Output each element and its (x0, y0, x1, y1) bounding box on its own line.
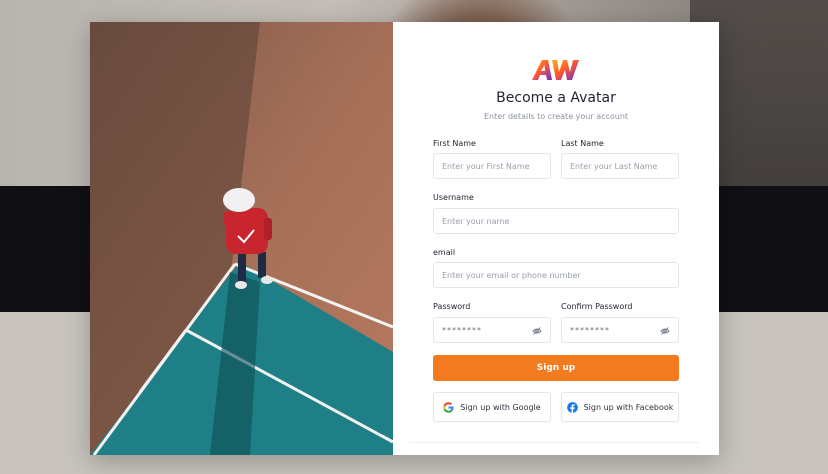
google-icon (443, 401, 454, 413)
first-name-field[interactable] (433, 153, 551, 179)
eye-off-icon[interactable] (660, 326, 670, 336)
facebook-icon (566, 401, 578, 413)
last-name-input[interactable] (570, 161, 678, 171)
confirm-password-value[interactable]: ******** (570, 326, 610, 335)
signup-form: Become a Avatar Enter details to create … (393, 22, 719, 455)
google-signup-button[interactable]: Sign up with Google (433, 392, 551, 422)
confirm-password-field[interactable]: ******** (561, 317, 679, 343)
page-subtitle: Enter details to create your account (483, 112, 629, 121)
signup-modal: Become a Avatar Enter details to create … (90, 22, 719, 455)
google-signup-label: Sign up with Google (460, 402, 541, 412)
username-field[interactable] (433, 208, 679, 234)
username-input[interactable] (442, 216, 678, 226)
password-value[interactable]: ******** (442, 326, 482, 335)
last-name-label: Last Name (561, 139, 604, 148)
password-field[interactable]: ******** (433, 317, 551, 343)
facebook-signup-label: Sign up with Facebook (583, 402, 674, 412)
confirm-password-label: Confirm Password (561, 302, 633, 311)
email-input[interactable] (442, 270, 678, 280)
divider (409, 442, 699, 443)
first-name-input[interactable] (442, 161, 550, 171)
first-name-label: First Name (433, 139, 476, 148)
email-field[interactable] (433, 262, 679, 288)
hero-photo (90, 22, 393, 455)
password-label: Password (433, 302, 471, 311)
username-label: Username (433, 193, 474, 202)
brand-logo (532, 60, 579, 80)
signup-button[interactable]: Sign up (433, 355, 679, 381)
page-title: Become a Avatar (496, 90, 616, 106)
email-label: email (433, 248, 456, 257)
facebook-signup-button[interactable]: Sign up with Facebook (561, 392, 679, 422)
eye-off-icon[interactable] (532, 326, 542, 336)
last-name-field[interactable] (561, 153, 679, 179)
